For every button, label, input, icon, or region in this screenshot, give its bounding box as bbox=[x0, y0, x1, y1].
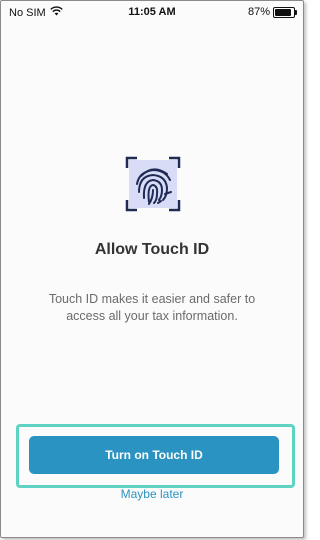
fingerprint-icon bbox=[125, 156, 181, 212]
description-text: Touch ID makes it easier and safer to ac… bbox=[48, 292, 256, 323]
page-title: Allow Touch ID bbox=[94, 241, 210, 258]
turn-on-touch-id-button[interactable]: Turn on Touch ID bbox=[29, 436, 279, 474]
battery-fill bbox=[275, 8, 291, 16]
maybe-later-link[interactable]: Maybe later bbox=[1, 487, 303, 501]
battery-group: 87% bbox=[247, 6, 297, 18]
battery-percent: 87% bbox=[247, 6, 270, 18]
phone-screen: No SIM 11:05 AM 87% Allow Touch ID Touch… bbox=[0, 0, 304, 538]
status-bar: No SIM 11:05 AM 87% bbox=[1, 1, 303, 25]
battery-icon bbox=[273, 6, 297, 18]
